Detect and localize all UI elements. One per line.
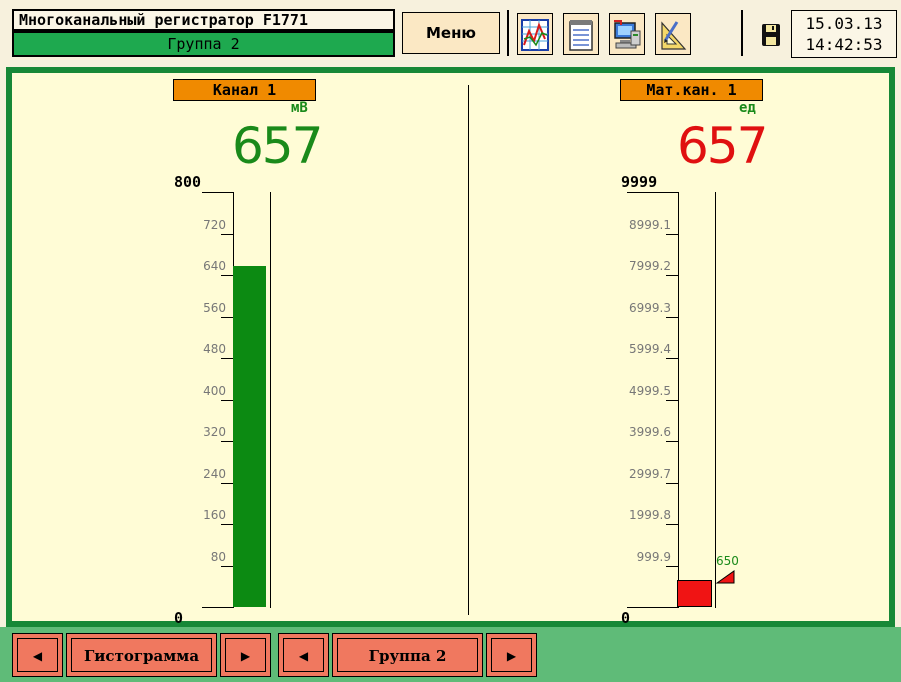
tick-label: 400: [203, 383, 226, 398]
setpoint-label: 650: [716, 554, 739, 568]
scale-min: 0: [174, 609, 184, 627]
channel-unit: ед: [739, 100, 756, 116]
group-select-button[interactable]: Группа 2: [332, 633, 483, 677]
tick-label: 4999.5: [629, 383, 671, 398]
settings-button[interactable]: [655, 13, 691, 55]
header-bar: Многоканальный регистратор F1771 Группа …: [0, 0, 901, 68]
date-text: 15.03.13: [805, 14, 883, 33]
tick-mark: [221, 233, 234, 235]
tick-label: 720: [203, 217, 226, 232]
tick-label: 999.9: [636, 549, 671, 564]
tick-label: 640: [203, 259, 226, 273]
date-time-display: 15.03.13 14:42:53: [791, 10, 897, 58]
tick-label: 80: [210, 549, 226, 564]
tick-label: 2999.7: [629, 466, 671, 481]
scale-top-line: [627, 192, 679, 193]
chart-icon: [521, 19, 549, 51]
view-mode-button[interactable]: Гистограмма: [66, 633, 217, 677]
left-arrow-icon: ◀: [283, 638, 324, 672]
tick-label: 8999.1: [629, 217, 671, 232]
channels-panel: Канал 1 мВ 657 800 0 720 640 560 480 400 320 2…: [6, 67, 895, 627]
tick-label: 1999.8: [629, 508, 671, 522]
tick-label: 6999.3: [629, 300, 671, 315]
tick-label: 7999.2: [629, 259, 671, 273]
app-title: Многоканальный регистратор F1771: [12, 9, 395, 31]
notepad-button[interactable]: [563, 13, 599, 55]
tick-mark: [666, 399, 679, 401]
tick-label: 240: [203, 466, 226, 481]
group-select-label: Группа 2: [337, 638, 478, 672]
computer-icon: [614, 20, 641, 49]
ruler-icon: [661, 21, 687, 50]
tick-mark: [666, 441, 679, 442]
tick-label: 5999.4: [629, 342, 671, 356]
right-arrow-icon: ▶: [491, 638, 532, 672]
chart-view-button[interactable]: [517, 13, 553, 55]
next-group-button[interactable]: ▶: [486, 633, 537, 677]
level-bar: [677, 580, 712, 607]
current-group: Группа 2: [12, 31, 395, 57]
next-view-button[interactable]: ▶: [220, 633, 271, 677]
scale-bottom-line: [202, 607, 234, 608]
tick-mark: [666, 275, 679, 276]
tick-mark: [666, 565, 679, 567]
scale-min: 0: [621, 609, 631, 627]
menu-button[interactable]: Меню: [402, 12, 500, 54]
channel-label: Мат.кан. 1: [620, 79, 763, 101]
tick-label: 320: [203, 425, 226, 439]
header-divider: [507, 10, 509, 56]
channel-label: Канал 1: [173, 79, 316, 101]
level-bar: [233, 266, 266, 607]
tick-mark: [666, 524, 679, 525]
tick-mark: [666, 358, 679, 359]
setpoint-marker-icon: [716, 570, 735, 584]
channel-value: 657: [677, 117, 768, 175]
scale-bottom-line: [627, 607, 679, 608]
tick-mark: [666, 482, 679, 484]
view-mode-label: Гистограмма: [71, 638, 212, 672]
tick-mark: [666, 233, 679, 235]
prev-group-button[interactable]: ◀: [278, 633, 329, 677]
tick-label: 560: [203, 300, 226, 315]
notepad-icon: [569, 20, 593, 51]
floppy-disk-icon: [762, 24, 780, 46]
left-arrow-icon: ◀: [17, 638, 58, 672]
prev-view-button[interactable]: ◀: [12, 633, 63, 677]
right-arrow-icon: ▶: [225, 638, 266, 672]
footer-bar: ◀ Гистограмма ▶ ◀ Группа 2 ▶: [0, 627, 901, 682]
level-line: [270, 192, 271, 608]
tick-label: 3999.6: [629, 425, 671, 439]
channel-divider: [468, 85, 469, 615]
level-line: [715, 192, 716, 608]
tick-label: 160: [203, 508, 226, 522]
header-divider: [741, 10, 743, 56]
time-text: 14:42:53: [805, 35, 883, 54]
tick-mark: [666, 316, 679, 318]
archive-button[interactable]: [609, 13, 645, 55]
channel-value: 657: [232, 117, 323, 175]
scale-max: 800: [174, 173, 202, 191]
save-button[interactable]: [760, 22, 782, 48]
scale-top-line: [202, 192, 234, 193]
tick-label: 480: [203, 342, 226, 356]
scale-max: 9999: [621, 173, 658, 191]
channel-unit: мВ: [291, 100, 308, 116]
